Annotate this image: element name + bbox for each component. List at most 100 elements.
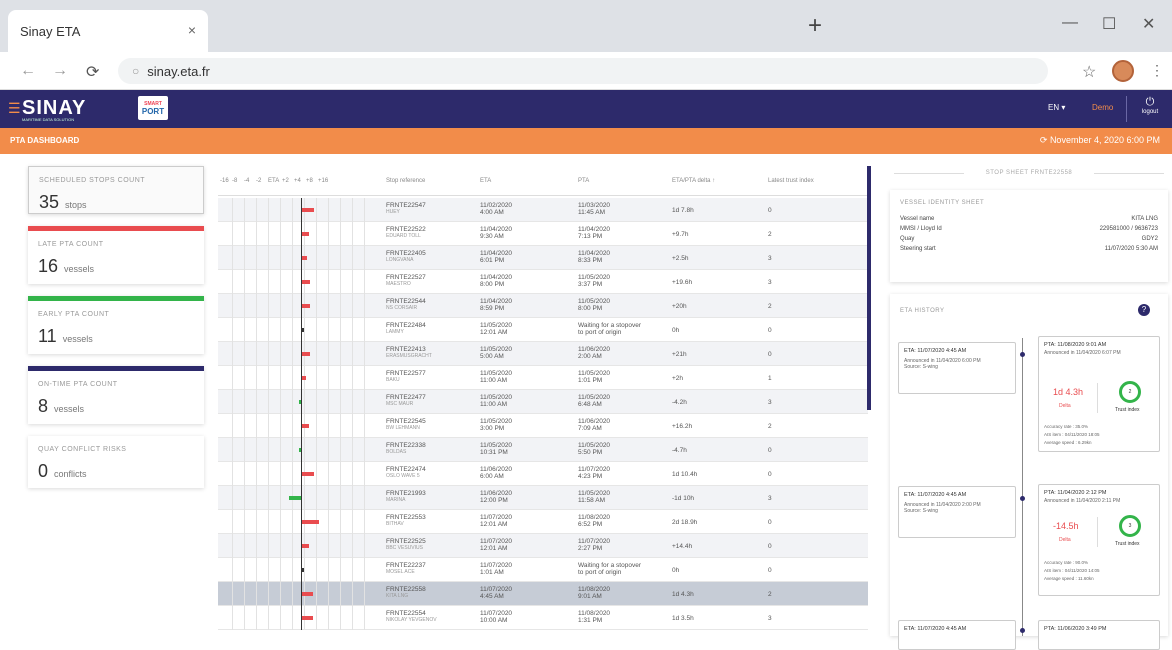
forward-arrow-icon[interactable]: → bbox=[52, 62, 68, 80]
field-key: MMSI / Lloyd Id bbox=[900, 226, 942, 232]
table-row[interactable]: FRNTE22545 BW LEHMANN 11/05/2020 3:00 PM 11/… bbox=[218, 414, 868, 438]
early-pta-card[interactable]: EARLY PTA COUNT 11 vessels bbox=[28, 296, 204, 354]
gantt-gridline bbox=[268, 606, 269, 630]
delta-marker bbox=[302, 256, 307, 260]
table-row[interactable]: FRNTE22554 NIKOLAY YEVGENOV 11/07/2020 10:0… bbox=[218, 606, 868, 630]
pta-entry[interactable]: PTA: 11/08/2020 9:01 AM Announced in 11/… bbox=[1038, 336, 1160, 452]
late-pta-card[interactable]: LATE PTA COUNT 16 vessels bbox=[28, 226, 204, 284]
gantt-gridline bbox=[280, 510, 281, 534]
delta-cell-value: +2.5h bbox=[672, 255, 689, 262]
gantt-gridline bbox=[256, 486, 257, 510]
gantt-gridline bbox=[244, 606, 245, 630]
gantt-gridline bbox=[340, 510, 341, 534]
table-row[interactable]: FRNTE22577 BAKU 11/05/2020 11:00 AM 11/05/20… bbox=[218, 366, 868, 390]
eta-entry[interactable]: ETA: 11/07/2020 4:45 AM bbox=[898, 620, 1016, 650]
new-tab-button[interactable]: + bbox=[808, 14, 822, 38]
table-header: -16 -8 -4 -2 ETA +2 +4 +8 +16 Stop refer… bbox=[218, 166, 868, 196]
table-row[interactable]: FRNTE22525 BBC VESUVIUS 11/07/2020 12:01 AM… bbox=[218, 534, 868, 558]
trust-cell-value: 0 bbox=[768, 567, 772, 574]
browser-menu-icon[interactable]: ⋮ bbox=[1150, 62, 1164, 79]
table-row[interactable]: FRNTE22558 KITA LNG 11/07/2020 4:45 AM 11/08… bbox=[218, 582, 868, 606]
delta-marker bbox=[289, 496, 301, 500]
col-stop-reference[interactable]: Stop reference bbox=[386, 178, 425, 184]
table-row[interactable]: FRNTE22237 MOSEL ACE 11/07/2020 1:01 AM Wait… bbox=[218, 558, 868, 582]
eta-entry[interactable]: ETA: 11/07/2020 4:45 AM Announced in 11/… bbox=[898, 486, 1016, 538]
browser-tab[interactable]: Sinay ETA × bbox=[8, 10, 208, 52]
pta-cell-value: 11/08/2020 bbox=[578, 514, 611, 521]
table-row[interactable]: FRNTE21993 MARINA 11/06/2020 12:00 PM 11/05/… bbox=[218, 486, 868, 510]
table-row[interactable]: FRNTE22474 OSLO WAVE 5 11/06/2020 6:00 AM 11… bbox=[218, 462, 868, 486]
minimize-button[interactable]: — bbox=[1062, 14, 1078, 32]
trust-cell-value: 1 bbox=[768, 375, 772, 382]
gantt-gridline bbox=[244, 534, 245, 558]
hamburger-menu-icon[interactable]: ☰ bbox=[8, 100, 21, 117]
pta-entry[interactable]: PTA: 11/04/2020 2:12 PM Announced in 11/… bbox=[1038, 484, 1160, 596]
delta-cell: +2.5h bbox=[672, 255, 688, 262]
pta-cell-value: 11/03/2020 bbox=[578, 202, 611, 209]
stop-reference-cell: FRNTE22522 EDUARD TOLL bbox=[386, 226, 426, 240]
refresh-icon[interactable]: ⟳ bbox=[1040, 135, 1048, 145]
demo-user[interactable]: Demo bbox=[1092, 103, 1113, 112]
table-scrollbar[interactable] bbox=[867, 166, 871, 410]
delta-marker bbox=[302, 328, 304, 332]
col-eta[interactable]: ETA bbox=[480, 178, 491, 184]
trust-cell-value: 0 bbox=[768, 471, 772, 478]
trust-cell-value: 3 bbox=[768, 279, 772, 286]
pta-cell-sub: to port of origin bbox=[578, 329, 622, 336]
stop-reference-cell-value: FRNTE22405 bbox=[386, 250, 426, 257]
col-delta[interactable]: ETA/PTA delta ↑ bbox=[672, 178, 715, 184]
reload-icon[interactable]: ⟳ bbox=[86, 62, 99, 82]
close-tab-icon[interactable]: × bbox=[188, 22, 196, 38]
smart-port-logo: SMART PORT bbox=[138, 96, 168, 120]
timeline-dot bbox=[1020, 628, 1025, 633]
col-pta[interactable]: PTA bbox=[578, 178, 589, 184]
table-row[interactable]: FRNTE22477 MSC MAUR 11/05/2020 11:00 AM 11/0… bbox=[218, 390, 868, 414]
table-row[interactable]: FRNTE22522 EDUARD TOLL 11/04/2020 9:30 AM 11… bbox=[218, 222, 868, 246]
language-select[interactable]: EN ▾ bbox=[1048, 103, 1065, 112]
table-row[interactable]: FRNTE22484 LAMMY 11/05/2020 12:01 AM Waiting… bbox=[218, 318, 868, 342]
field-row: Quay GDY2 bbox=[900, 236, 1158, 246]
gantt-cell bbox=[218, 486, 378, 510]
gantt-gridline bbox=[364, 390, 365, 414]
table-row[interactable]: FRNTE22413 ERASMUSGRACHT 11/05/2020 5:00 AM… bbox=[218, 342, 868, 366]
logout-button[interactable]: ⏻ logout bbox=[1136, 96, 1164, 115]
scheduled-stops-card[interactable]: SCHEDULED STOPS COUNT 35 stops bbox=[28, 166, 204, 214]
delta-marker bbox=[302, 472, 314, 476]
table-row[interactable]: FRNTE22527 MAESTRO 11/04/2020 8:00 PM 11/05/… bbox=[218, 270, 868, 294]
stop-reference-cell-value: FRNTE22553 bbox=[386, 514, 426, 521]
gantt-gridline bbox=[304, 438, 305, 462]
table-row[interactable]: FRNTE22405 LONGVANA 11/04/2020 6:01 PM 11/04… bbox=[218, 246, 868, 270]
quay-conflict-card[interactable]: QUAY CONFLICT RISKS 0 conflicts bbox=[28, 436, 204, 488]
dashboard-date[interactable]: ⟳ November 4, 2020 6:00 PM bbox=[1040, 135, 1160, 146]
delta-marker bbox=[302, 592, 313, 596]
gantt-gridline bbox=[244, 582, 245, 606]
url-input[interactable]: ○ sinay.eta.fr bbox=[118, 58, 1048, 84]
gantt-gridline bbox=[232, 366, 233, 390]
col-trust-index[interactable]: Latest trust index bbox=[768, 178, 814, 184]
pta-cell-value: 11/05/2020 bbox=[578, 370, 611, 377]
profile-avatar[interactable] bbox=[1112, 60, 1134, 82]
gantt-gridline bbox=[328, 294, 329, 318]
bookmark-star-icon[interactable]: ☆ bbox=[1082, 62, 1096, 82]
pta-entry[interactable]: PTA: 11/06/2020 3:49 PM bbox=[1038, 620, 1160, 650]
gantt-gridline bbox=[340, 390, 341, 414]
pta-cell: 11/05/2020 5:50 PM bbox=[578, 442, 610, 456]
pta-cell-value: Waiting for a stopover bbox=[578, 562, 641, 569]
maximize-button[interactable]: ☐ bbox=[1102, 14, 1116, 34]
close-window-button[interactable]: ✕ bbox=[1142, 14, 1155, 34]
delta-marker bbox=[302, 568, 304, 572]
table-row[interactable]: FRNTE22338 BOLDAS 11/05/2020 10:31 PM 11/05/… bbox=[218, 438, 868, 462]
table-row[interactable]: FRNTE22553 BITHAV 11/07/2020 12:01 AM 11/08/… bbox=[218, 510, 868, 534]
delta-cell: 0h bbox=[672, 567, 679, 574]
eta-entry[interactable]: ETA: 11/07/2020 4:45 AM Announced in 11/… bbox=[898, 342, 1016, 394]
back-arrow-icon[interactable]: ← bbox=[20, 62, 36, 80]
table-row[interactable]: FRNTE22544 NS CORSAIR 11/04/2020 8:59 PM 11/… bbox=[218, 294, 868, 318]
on-time-pta-card[interactable]: ON-TIME PTA COUNT 8 vessels bbox=[28, 366, 204, 424]
help-icon[interactable]: ? bbox=[1138, 304, 1150, 316]
table-row[interactable]: FRNTE22547 HUEY 11/02/2020 4:00 AM 11/03/202… bbox=[218, 198, 868, 222]
logout-icon: ⏻ bbox=[1145, 96, 1155, 108]
timeline-dot bbox=[1020, 352, 1025, 357]
gantt-cell bbox=[218, 246, 378, 270]
pta-cell: 11/05/2020 8:00 PM bbox=[578, 298, 610, 312]
field-key: Vessel name bbox=[900, 216, 935, 222]
